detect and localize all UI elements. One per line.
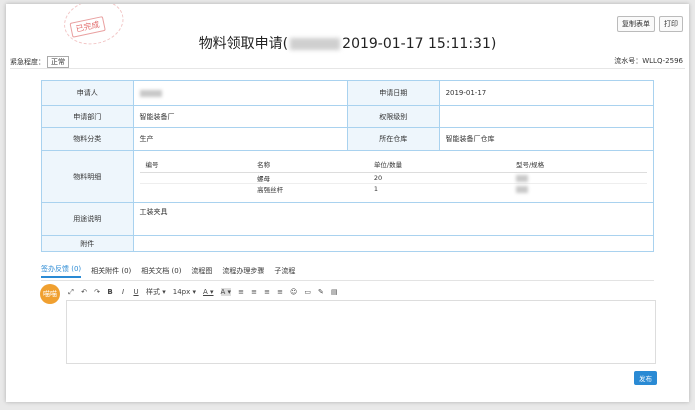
font-color-icon[interactable]: A ▾: [203, 288, 214, 296]
tab-flowchart[interactable]: 流程图: [191, 266, 212, 276]
tab-attachments[interactable]: 相关附件 (0): [91, 266, 131, 276]
attach-label: 附件: [41, 235, 134, 252]
detail-table: 编号 名称 单位/数量 型号/规格 螺母 20 高强丝杆 1: [139, 159, 647, 195]
applicant-label: 申请人: [41, 80, 134, 106]
page-title: 物料领取申请( 2019-01-17 15:11:31): [6, 33, 689, 53]
apply-date-label: 申请日期: [346, 80, 440, 106]
italic-icon[interactable]: I: [120, 288, 126, 296]
table-row: 螺母 20: [139, 172, 647, 184]
apply-date-value: 2019-01-17: [438, 80, 655, 106]
underline-icon[interactable]: U: [133, 288, 139, 296]
bold-icon[interactable]: B: [107, 288, 113, 296]
emoji-icon[interactable]: ☺: [290, 288, 297, 296]
application-form: 申请人 申请日期 2019-01-17 申请部门 智能装备厂 权限级别 物料分类…: [41, 80, 655, 252]
table-icon[interactable]: ▤: [331, 288, 338, 296]
perm-value: [438, 105, 655, 128]
detail-qty: 1: [373, 185, 379, 193]
comment-editor[interactable]: [66, 300, 656, 364]
background-color-icon[interactable]: A ▾: [220, 288, 232, 296]
detail-col-id: 编号: [139, 159, 252, 173]
dept-label: 申请部门: [41, 105, 134, 128]
detail-id: [139, 172, 252, 184]
redo-icon[interactable]: ↷: [94, 288, 100, 296]
perm-label: 权限级别: [346, 105, 440, 128]
applicant-value: [132, 80, 348, 106]
detail-name: 螺母: [251, 172, 368, 184]
detail-name: 高强丝杆: [257, 186, 284, 194]
attach-value: [132, 235, 655, 252]
publish-button[interactable]: 发布: [634, 371, 657, 385]
category-value: 生产: [132, 127, 348, 151]
top-actions: 复制表单 打印: [617, 16, 683, 32]
title-prefix: 物料领取申请(: [198, 36, 289, 52]
purpose-label: 用途说明: [41, 202, 134, 236]
tab-documents[interactable]: 相关文档 (0): [141, 266, 181, 276]
undo-icon[interactable]: ↶: [81, 288, 87, 296]
print-button[interactable]: 打印: [659, 16, 683, 32]
warehouse-value: 智能装备厂仓库: [438, 127, 655, 151]
detail-model: [509, 172, 647, 184]
tab-feedback[interactable]: 签办反馈 (0): [41, 264, 82, 278]
redacted-name: [290, 38, 341, 50]
detail-id: [140, 184, 252, 195]
align-center-icon[interactable]: ≡: [264, 288, 270, 296]
detail-model: [510, 184, 647, 195]
category-label: 物料分类: [41, 127, 134, 151]
font-size-dropdown[interactable]: 14px ▾: [173, 288, 196, 296]
style-dropdown[interactable]: 样式 ▾: [146, 287, 166, 297]
fullscreen-icon[interactable]: ⤢: [68, 288, 74, 297]
copy-form-button[interactable]: 复制表单: [617, 16, 655, 32]
title-suffix: 2019-01-17 15:11:31): [342, 36, 497, 52]
table-row: 高强丝杆 1: [140, 184, 647, 195]
warehouse-label: 所在仓库: [346, 127, 440, 151]
align-right-icon[interactable]: ≡: [251, 288, 257, 296]
detail-qty: 20: [367, 172, 510, 184]
detail-header-row: 编号 名称 单位/数量 型号/规格: [139, 159, 647, 173]
avatar: 喵喵: [40, 284, 60, 304]
urgency-label: 紧急程度：: [10, 58, 45, 66]
tab-subprocess[interactable]: 子流程: [274, 266, 295, 276]
tab-process-steps[interactable]: 流程办理步骤: [222, 266, 264, 276]
serial-number: 流水号：WLLQ-2596: [614, 57, 683, 65]
detail-col-qty: 单位/数量: [367, 159, 510, 173]
detail-col-model: 型号/规格: [509, 159, 647, 173]
application-page: 已完成 复制表单 打印 物料领取申请(2019-01-17 15:11:31) …: [6, 4, 689, 402]
detail-cell: 编号 名称 单位/数量 型号/规格 螺母 20 高强丝杆 1: [132, 150, 655, 203]
detail-label: 物料明细: [41, 150, 134, 203]
divider: [10, 68, 685, 69]
urgency-value: 正常: [47, 56, 69, 68]
purpose-value: 工装夹具: [132, 202, 655, 236]
attachment-icon[interactable]: ✎: [318, 288, 324, 296]
align-left-icon[interactable]: ≡: [238, 288, 244, 296]
editor-toolbar: ⤢ ↶ ↷ B I U 样式 ▾ 14px ▾ A ▾ A ▾ ≡ ≡ ≡ ≡ …: [68, 287, 338, 297]
comment-icon[interactable]: ▭: [304, 288, 311, 296]
tab-bar: 签办反馈 (0) 相关附件 (0) 相关文档 (0) 流程图 流程办理步骤 子流…: [41, 262, 654, 281]
align-justify-icon[interactable]: ≡: [277, 288, 283, 296]
detail-col-name: 名称: [251, 159, 368, 173]
dept-value: 智能装备厂: [132, 105, 348, 128]
urgency: 紧急程度： 正常: [10, 56, 69, 68]
